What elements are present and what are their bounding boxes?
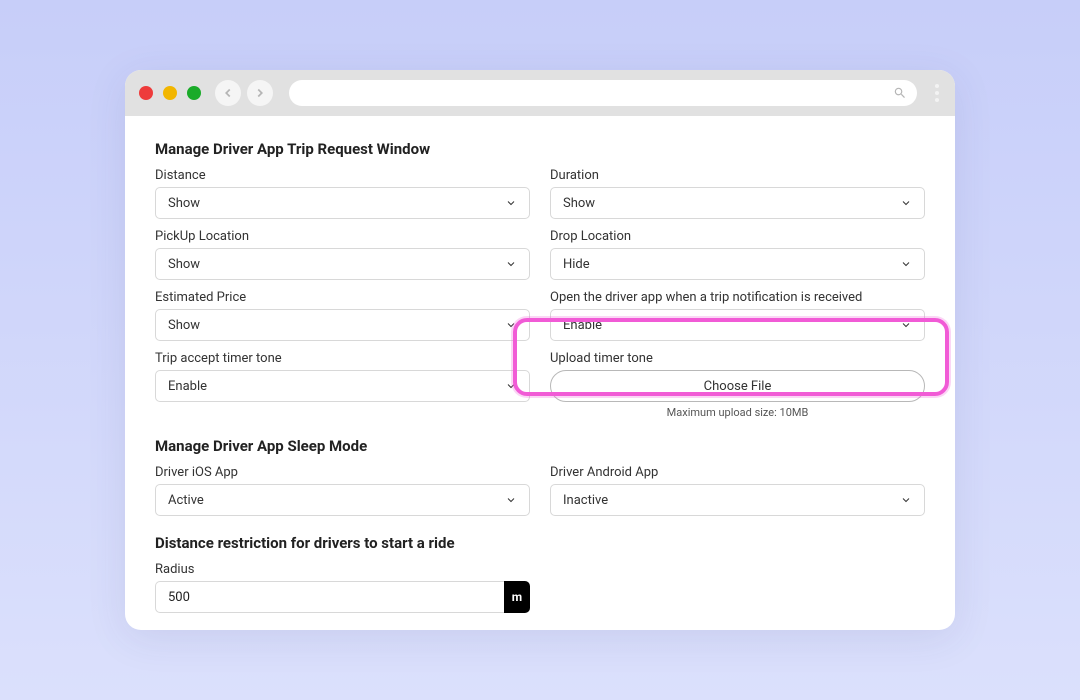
radius-label: Radius [155, 562, 530, 577]
search-icon [893, 86, 907, 100]
choose-file-label: Choose File [704, 379, 772, 394]
content-area: Manage Driver App Trip Request Window Di… [125, 116, 955, 630]
back-button[interactable] [215, 80, 241, 106]
radius-value: 500 [168, 590, 190, 605]
driver-ios-label: Driver iOS App [155, 465, 530, 480]
forward-button[interactable] [247, 80, 273, 106]
estimated-price-value: Show [168, 318, 200, 333]
driver-android-value: Inactive [563, 493, 608, 508]
distance-label: Distance [155, 168, 530, 183]
pickup-select[interactable]: Show [155, 248, 530, 280]
driver-android-select[interactable]: Inactive [550, 484, 925, 516]
more-menu-button[interactable] [935, 84, 939, 102]
chevron-down-icon [900, 319, 912, 331]
chevron-down-icon [505, 258, 517, 270]
maximize-window-button[interactable] [187, 86, 201, 100]
drop-select[interactable]: Hide [550, 248, 925, 280]
nav-buttons [215, 80, 273, 106]
estimated-price-select[interactable]: Show [155, 309, 530, 341]
radius-input[interactable]: 500 [155, 581, 504, 613]
pickup-value: Show [168, 257, 200, 272]
estimated-price-label: Estimated Price [155, 290, 530, 305]
chevron-down-icon [900, 494, 912, 506]
close-window-button[interactable] [139, 86, 153, 100]
choose-file-button[interactable]: Choose File [550, 370, 925, 402]
chevron-down-icon [505, 494, 517, 506]
duration-label: Duration [550, 168, 925, 183]
section-sleep-mode-title: Manage Driver App Sleep Mode [155, 437, 925, 455]
section-distance-restriction-title: Distance restriction for drivers to star… [155, 534, 925, 552]
driver-ios-select[interactable]: Active [155, 484, 530, 516]
driver-android-label: Driver Android App [550, 465, 925, 480]
drop-label: Drop Location [550, 229, 925, 244]
accept-timer-tone-select[interactable]: Enable [155, 370, 530, 402]
chevron-down-icon [505, 319, 517, 331]
accept-timer-tone-value: Enable [168, 379, 207, 394]
minimize-window-button[interactable] [163, 86, 177, 100]
chevron-down-icon [505, 197, 517, 209]
drop-value: Hide [563, 257, 590, 272]
upload-timer-tone-label: Upload timer tone [550, 351, 925, 366]
chevron-down-icon [505, 380, 517, 392]
distance-value: Show [168, 196, 200, 211]
open-driver-app-select[interactable]: Enable [550, 309, 925, 341]
duration-value: Show [563, 196, 595, 211]
upload-helper-text: Maximum upload size: 10MB [550, 406, 925, 419]
radius-unit: m [504, 581, 530, 613]
open-driver-app-value: Enable [563, 318, 602, 333]
chevron-down-icon [900, 258, 912, 270]
section-trip-request-title: Manage Driver App Trip Request Window [155, 140, 925, 158]
browser-window: Manage Driver App Trip Request Window Di… [125, 70, 955, 630]
accept-timer-tone-label: Trip accept timer tone [155, 351, 530, 366]
address-bar[interactable] [289, 80, 917, 106]
chevron-down-icon [900, 197, 912, 209]
open-driver-app-label: Open the driver app when a trip notifica… [550, 290, 925, 305]
titlebar [125, 70, 955, 116]
distance-select[interactable]: Show [155, 187, 530, 219]
pickup-label: PickUp Location [155, 229, 530, 244]
duration-select[interactable]: Show [550, 187, 925, 219]
driver-ios-value: Active [168, 493, 204, 508]
